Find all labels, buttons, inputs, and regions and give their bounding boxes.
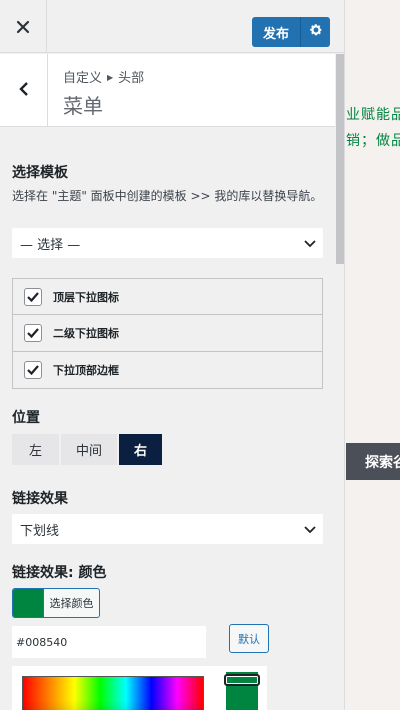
checkmark-icon [27, 365, 39, 376]
chevron-left-icon [18, 81, 29, 101]
breadcrumb-separator-icon: ▶ [107, 73, 114, 82]
preview-text-line: 业赋能品 [346, 107, 400, 123]
checkbox-row[interactable]: 二级下拉图标 [12, 315, 323, 352]
preview-explore-button[interactable]: 探索谷 [346, 443, 400, 480]
breadcrumb: 自定义 ▶ 头部 [63, 67, 144, 86]
chevron-down-icon [303, 522, 317, 540]
select-color-button[interactable]: 选择颜色 [12, 588, 100, 618]
publish-settings-button[interactable] [300, 17, 330, 47]
customizer-panel: 发布 自定义 ▶ 头部 菜单 选择模板 选择在 "主题" 面板中创建的模板 >> 我… [0, 0, 345, 710]
template-select[interactable]: — 选择 — [12, 228, 323, 258]
link-effect-select[interactable]: 下划线 [12, 514, 323, 544]
section-header: 自定义 ▶ 头部 菜单 [0, 54, 335, 127]
site-preview: 业赋能品 销；做品 探索谷 [346, 0, 400, 710]
select-color-label: 选择颜色 [43, 589, 99, 617]
close-icon [16, 15, 30, 39]
gear-icon [309, 23, 323, 41]
checkbox-row[interactable]: 下拉顶部边框 [12, 352, 323, 389]
checkbox[interactable] [24, 361, 42, 379]
dropdown-options-group: 顶层下拉图标 二级下拉图标 下拉顶部边框 [12, 278, 323, 389]
checkbox[interactable] [24, 324, 42, 342]
position-segmented-control: 左 中间 右 [12, 434, 162, 465]
hex-color-input[interactable]: #008540 [12, 626, 206, 658]
breadcrumb-child: 头部 [118, 71, 145, 86]
color-slider-handle[interactable] [224, 674, 260, 686]
checkbox-label: 顶层下拉图标 [53, 290, 119, 304]
default-color-button[interactable]: 默认 [229, 624, 269, 653]
checkmark-icon [27, 328, 39, 339]
template-label: 选择模板 [12, 165, 68, 181]
position-label: 位置 [12, 410, 40, 426]
section-title: 菜单 [63, 94, 103, 118]
chevron-down-icon [303, 236, 317, 254]
position-right-button[interactable]: 右 [119, 434, 162, 465]
template-select-value: — 选择 — [20, 237, 81, 253]
checkbox[interactable] [24, 287, 42, 306]
back-button[interactable] [0, 54, 48, 127]
publish-button[interactable]: 发布 [252, 17, 300, 47]
link-effect-label: 链接效果 [12, 491, 68, 507]
checkbox-label: 二级下拉图标 [53, 327, 119, 340]
breadcrumb-parent: 自定义 [63, 71, 103, 86]
customizer-header: 发布 [0, 0, 344, 53]
close-button[interactable] [0, 0, 47, 53]
link-color-label: 链接效果: 颜色 [12, 565, 107, 581]
link-effect-select-value: 下划线 [20, 523, 60, 539]
checkbox-row[interactable]: 顶层下拉图标 [12, 278, 323, 315]
position-left-button[interactable]: 左 [12, 434, 59, 465]
scrollbar-thumb[interactable] [336, 54, 344, 264]
preview-text-line: 销；做品 [346, 133, 400, 149]
position-center-button[interactable]: 中间 [61, 434, 117, 465]
publish-group: 发布 [252, 17, 330, 47]
checkmark-icon [27, 291, 39, 302]
template-description: 选择在 "主题" 面板中创建的模板 >> 我的库以替换导航。 [12, 189, 323, 203]
color-spectrum[interactable] [22, 676, 204, 710]
color-swatch [13, 589, 43, 617]
checkbox-label: 下拉顶部边框 [53, 364, 119, 377]
